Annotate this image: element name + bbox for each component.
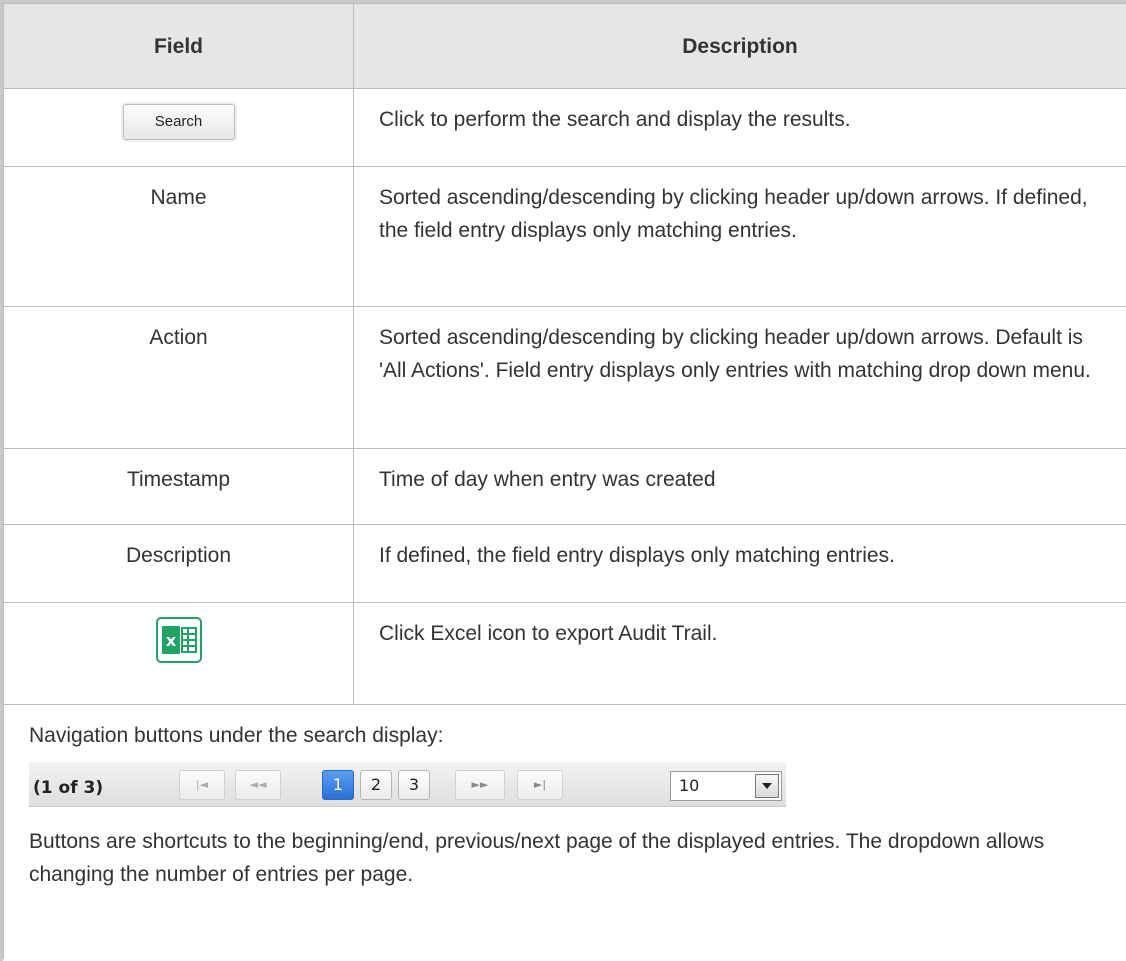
navigation-intro: Navigation buttons under the search disp… <box>29 724 444 747</box>
excel-icon[interactable]: x <box>155 617 202 663</box>
previous-page-button[interactable]: ◄◄ <box>235 770 281 800</box>
field-cell: Name <box>3 166 354 307</box>
description-cell: Sorted ascending/descending by clicking … <box>353 166 1126 307</box>
navigation-cell: Navigation buttons under the search disp… <box>3 704 1126 959</box>
description-cell: Click Excel icon to export Audit Trail. <box>353 602 1126 705</box>
search-button[interactable]: Search <box>122 104 235 140</box>
page-button-2[interactable]: 2 <box>360 770 392 800</box>
page-button-3[interactable]: 3 <box>398 770 430 800</box>
table-row: Action Sorted ascending/descending by cl… <box>3 306 1126 449</box>
next-page-button[interactable]: ►► <box>455 770 505 800</box>
field-cell: Search <box>3 88 354 167</box>
table-header-row: Field Description <box>3 3 1126 89</box>
per-page-value: 10 <box>679 776 700 795</box>
last-page-button[interactable]: ►| <box>517 770 563 800</box>
navigation-explanation: Buttons are shortcuts to the beginning/e… <box>29 830 1045 886</box>
description-cell: Time of day when entry was created <box>353 448 1126 525</box>
first-page-button[interactable]: |◄ <box>179 770 225 800</box>
navigation-row: Navigation buttons under the search disp… <box>3 704 1126 959</box>
header-description: Description <box>353 3 1126 89</box>
description-cell: Sorted ascending/descending by clicking … <box>353 306 1126 449</box>
chevron-down-icon[interactable] <box>755 774 779 798</box>
table-row: Description If defined, the field entry … <box>3 524 1126 603</box>
page-count: (1 of 3) <box>33 778 104 798</box>
field-description-table: Field Description Search Click to perfor… <box>3 3 1126 959</box>
svg-text:x: x <box>165 631 176 650</box>
field-cell: x <box>3 602 354 705</box>
table-row: Name Sorted ascending/descending by clic… <box>3 166 1126 307</box>
field-cell: Action <box>3 306 354 449</box>
pagination-bar: (1 of 3) |◄ ◄◄ 1 2 3 ►► ►| 10 <box>29 762 786 807</box>
page-button-1[interactable]: 1 <box>322 770 354 800</box>
description-cell: If defined, the field entry displays onl… <box>353 524 1126 603</box>
description-cell: Click to perform the search and display … <box>353 88 1126 167</box>
per-page-select[interactable]: 10 <box>670 771 782 801</box>
table-row: x Click Excel icon to export Audit Trail… <box>3 602 1126 705</box>
header-field: Field <box>3 3 354 89</box>
table-row: Search Click to perform the search and d… <box>3 88 1126 167</box>
field-cell: Description <box>3 524 354 603</box>
field-cell: Timestamp <box>3 448 354 525</box>
table-row: Timestamp Time of day when entry was cre… <box>3 448 1126 525</box>
document-frame: Field Description Search Click to perfor… <box>0 0 1126 961</box>
